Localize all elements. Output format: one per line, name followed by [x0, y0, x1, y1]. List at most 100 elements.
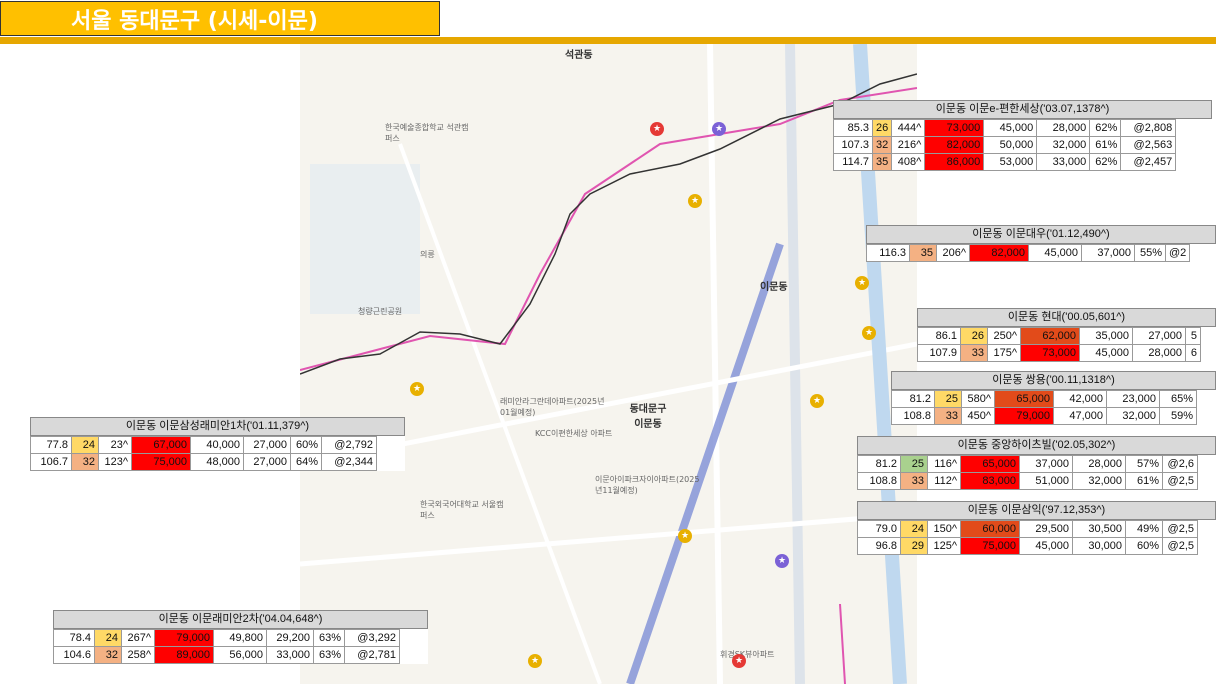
area-cell: 86.1: [917, 327, 961, 345]
area-cell: 77.8: [30, 436, 72, 454]
high-price-cell: 82,000: [924, 136, 985, 154]
sale-price-cell: 50,000: [983, 136, 1038, 154]
map-poi-gold[interactable]: ★: [810, 394, 824, 408]
rent-price-cell: 30,500: [1072, 520, 1126, 538]
table-row: 81.2 25 116^ 65,000 37,000 28,000 57% @2…: [857, 455, 1198, 473]
panel-title: 이문동 이문삼익('97.12,353^): [857, 501, 1216, 520]
sale-price-cell: 53,000: [983, 153, 1038, 171]
price-panel-hyundai: 이문동 현대('00.05,601^) 86.1 26 250^ 62,000 …: [917, 308, 1216, 362]
pyeong-cell: 26: [871, 119, 893, 137]
households-cell: 216^: [891, 136, 926, 154]
per-pyeong-cell: @2,5: [1162, 537, 1198, 555]
road: [300, 511, 917, 567]
sale-price-cell: 49,800: [213, 629, 267, 647]
price-table: 78.4 24 267^ 79,000 49,800 29,200 63% @3…: [53, 629, 400, 664]
road: [707, 44, 723, 684]
table-row: 104.6 32 258^ 89,000 56,000 33,000 63% @…: [53, 646, 400, 664]
per-pyeong-cell: @2,6: [1162, 455, 1198, 473]
page-title: 서울 동대문구 (시세-이문): [71, 8, 318, 34]
map-label-leemian: 래미안라그란데아파트(2025년01월예정): [500, 397, 605, 417]
pyeong-cell: 33: [900, 472, 928, 490]
households-cell: 23^: [98, 436, 132, 454]
map-poi-purple[interactable]: ★: [775, 554, 789, 568]
high-price-cell: 67,000: [131, 436, 191, 454]
ratio-cell: 64%: [290, 453, 322, 471]
map-poi-purple[interactable]: ★: [712, 122, 726, 136]
area-cell: 78.4: [53, 629, 95, 647]
area-cell: 104.6: [53, 646, 95, 664]
map-label-station: 이문동: [760, 282, 788, 293]
map-poi-gold[interactable]: ★: [528, 654, 542, 668]
rent-price-cell: 32,000: [1072, 472, 1126, 490]
area-cell: 79.0: [857, 520, 901, 538]
price-panel-daewoo: 이문동 이문대우('01.12,490^) 116.3 35 206^ 82,0…: [866, 225, 1216, 262]
ratio-cell: 6: [1185, 344, 1201, 362]
households-cell: 175^: [987, 344, 1021, 362]
per-pyeong-cell: @2,5: [1162, 472, 1198, 490]
rent-price-cell: 33,000: [1036, 153, 1091, 171]
households-cell: 125^: [927, 537, 961, 555]
households-cell: 258^: [121, 646, 155, 664]
sale-price-cell: 56,000: [213, 646, 267, 664]
map-poi-red[interactable]: ★: [732, 654, 746, 668]
price-panel-samik: 이문동 이문삼익('97.12,353^) 79.0 24 150^ 60,00…: [857, 501, 1216, 555]
map-poi-red[interactable]: ★: [650, 122, 664, 136]
map-label-hwigyeong: 휘경SK뷰아파트: [720, 650, 775, 659]
sale-price-cell: 35,000: [1079, 327, 1133, 345]
sale-price-cell: 37,000: [1019, 455, 1073, 473]
rent-price-cell: 32,000: [1036, 136, 1091, 154]
per-pyeong-cell: @2,781: [344, 646, 400, 664]
sale-price-cell: 29,500: [1019, 520, 1073, 538]
area-cell: 116.3: [866, 244, 910, 262]
area-cell: 114.7: [833, 153, 873, 171]
price-panel-e-pyeonhan: 이문동 이문e-편한세상('03.07,1378^) 85.3 26 444^ …: [833, 100, 1212, 171]
map-poi-gold[interactable]: ★: [855, 276, 869, 290]
high-price-cell: 79,000: [154, 629, 214, 647]
map-poi-gold[interactable]: ★: [678, 529, 692, 543]
per-pyeong-cell: @2,457: [1120, 153, 1177, 171]
price-table: 81.2 25 116^ 65,000 37,000 28,000 57% @2…: [857, 455, 1198, 490]
area-cell: 108.8: [891, 407, 935, 425]
panel-title: 이문동 쌍용('00.11,1318^): [891, 371, 1216, 390]
page-title-box: 서울 동대문구 (시세-이문): [0, 1, 440, 36]
high-price-cell: 65,000: [960, 455, 1020, 473]
rent-price-cell: 28,000: [1132, 344, 1186, 362]
sale-price-cell: 45,000: [1079, 344, 1133, 362]
price-panel-raemian2: 이문동 이문래미안2차('04.04,648^) 78.4 24 267^ 79…: [53, 610, 428, 664]
pyeong-cell: 32: [71, 453, 99, 471]
price-table: 79.0 24 150^ 60,000 29,500 30,500 49% @2…: [857, 520, 1198, 555]
ratio-cell: 62%: [1089, 153, 1122, 171]
area-cell: 107.3: [833, 136, 873, 154]
ratio-cell: 65%: [1159, 390, 1197, 408]
high-price-cell: 60,000: [960, 520, 1020, 538]
rent-price-cell: 29,200: [266, 629, 314, 647]
sale-price-cell: 51,000: [1019, 472, 1073, 490]
ratio-cell: 60%: [290, 436, 322, 454]
price-table: 77.8 24 23^ 67,000 40,000 27,000 60% @2,…: [30, 436, 377, 471]
price-panel-samsung: 이문동 이문삼성래미안1차('01.11,379^) 77.8 24 23^ 6…: [30, 417, 405, 471]
table-row: 106.7 32 123^ 75,000 48,000 27,000 64% @…: [30, 453, 377, 471]
map-poi-gold[interactable]: ★: [688, 194, 702, 208]
price-table: 116.3 35 206^ 82,000 45,000 37,000 55% @…: [866, 244, 1191, 262]
rent-price-cell: 28,000: [1036, 119, 1091, 137]
map-poi-gold[interactable]: ★: [410, 382, 424, 396]
panel-title: 이문동 이문삼성래미안1차('01.11,379^): [30, 417, 405, 436]
campus-area: [310, 164, 420, 314]
high-price-cell: 79,000: [994, 407, 1054, 425]
per-pyeong-cell: @2,792: [321, 436, 377, 454]
map-view[interactable]: 석관동 한국예술종합학교 석관캠퍼스 의릉 청량근린공원 동대문구 이문동 래미…: [300, 44, 917, 684]
area-cell: 81.2: [857, 455, 901, 473]
map-label-kcc: KCC이편한세상 아파트: [535, 429, 613, 438]
pyeong-cell: 32: [871, 136, 893, 154]
map-poi-gold[interactable]: ★: [862, 326, 876, 340]
table-row: 96.8 29 125^ 75,000 45,000 30,000 60% @2…: [857, 537, 1198, 555]
pyeong-cell: 24: [900, 520, 928, 538]
pyeong-cell: 25: [934, 390, 962, 408]
pyeong-cell: 33: [934, 407, 962, 425]
high-price-cell: 65,000: [994, 390, 1054, 408]
ratio-cell: 61%: [1089, 136, 1122, 154]
area-cell: 96.8: [857, 537, 901, 555]
table-row: 108.8 33 112^ 83,000 51,000 32,000 61% @…: [857, 472, 1198, 490]
households-cell: 206^: [936, 244, 970, 262]
rent-price-cell: 27,000: [1132, 327, 1186, 345]
